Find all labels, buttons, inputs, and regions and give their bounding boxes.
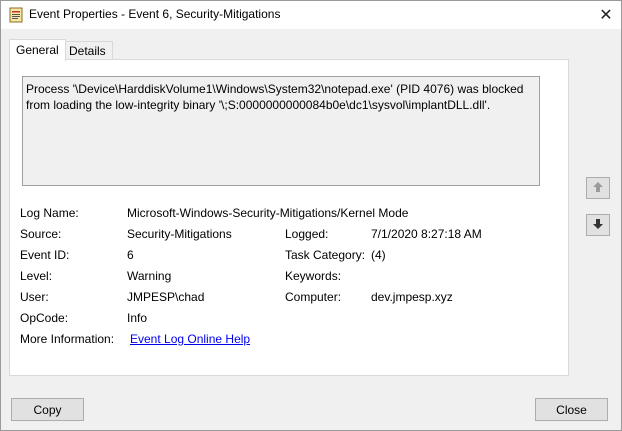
computer-label: Computer: [285,290,342,304]
more-information-label: More Information: [20,332,115,346]
user-label: User: [20,290,49,304]
source-value: Security-Mitigations [127,227,232,241]
close-window-icon[interactable]: ✕ [591,1,621,29]
tab-details[interactable]: Details [62,41,113,60]
source-label: Source: [20,227,62,241]
log-name-label: Log Name: [20,206,79,220]
logged-value: 7/1/2020 8:27:18 AM [371,227,482,241]
task-category-label: Task Category: [285,248,366,262]
event-id-label: Event ID: [20,248,70,262]
next-event-button[interactable] [586,214,610,236]
previous-event-button[interactable] [586,177,610,199]
tab-general[interactable]: General [9,39,66,61]
title-bar: Event Properties - Event 6, Security-Mit… [1,1,621,29]
event-log-help-link[interactable]: Event Log Online Help [130,332,250,346]
logged-label: Logged: [285,227,329,241]
general-tab-panel: Process '\Device\HarddiskVolume1\Windows… [9,59,569,376]
window-title: Event Properties - Event 6, Security-Mit… [29,7,281,21]
event-viewer-icon [9,7,23,23]
event-properties-window: Event Properties - Event 6, Security-Mit… [0,0,622,431]
user-value: JMPESP\chad [127,290,205,304]
keywords-label: Keywords: [285,269,342,283]
task-category-value: (4) [371,248,386,262]
event-id-value: 6 [127,248,134,262]
copy-button[interactable]: Copy [11,398,84,421]
arrow-down-icon [592,218,604,233]
opcode-value: Info [127,311,148,325]
event-message-box[interactable]: Process '\Device\HarddiskVolume1\Windows… [22,76,540,186]
opcode-label: OpCode: [20,311,69,325]
level-label: Level: [20,269,53,283]
arrow-up-icon [592,181,604,196]
computer-value: dev.jmpesp.xyz [371,290,453,304]
level-value: Warning [127,269,172,283]
close-button[interactable]: Close [535,398,608,421]
log-name-value: Microsoft-Windows-Security-Mitigations/K… [127,206,409,220]
